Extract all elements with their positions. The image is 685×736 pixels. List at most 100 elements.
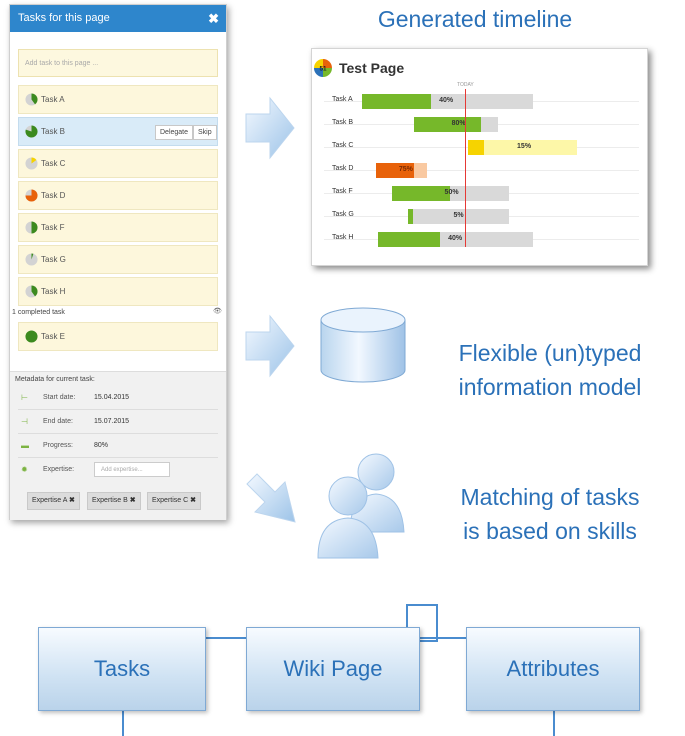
start-date-value[interactable]: 15.04.2015 xyxy=(94,394,129,401)
timeline-heading: Generated timeline xyxy=(377,6,573,32)
end-date-row: ⊣ End date: 15.07.2015 xyxy=(18,411,218,434)
connector-line xyxy=(553,710,555,736)
progress-pie-icon xyxy=(25,93,38,106)
connector-line xyxy=(406,604,408,628)
skills-heading-line1: Matching of tasks xyxy=(460,484,640,510)
skip-button[interactable]: Skip xyxy=(193,125,217,140)
close-icon[interactable]: ✖ xyxy=(208,5,219,32)
start-date-label: Start date: xyxy=(43,394,76,401)
progress-row: ▬ Progress: 80% xyxy=(18,435,218,458)
connector-line xyxy=(417,637,467,639)
metadata-section: Metadata for current task: ⊢ Start date:… xyxy=(10,371,226,520)
progress-pie-icon xyxy=(25,330,38,343)
start-date-icon: ⊢ xyxy=(21,393,28,402)
timeline-bar-progress xyxy=(408,209,414,224)
completed-tasks-label: 1 completed task xyxy=(12,309,65,316)
timeline-task-label: Task A xyxy=(332,96,353,103)
connector-line xyxy=(406,604,438,606)
task-row[interactable]: Task F xyxy=(18,213,218,242)
database-icon xyxy=(320,307,406,383)
progress-value[interactable]: 80% xyxy=(94,442,108,449)
eye-icon[interactable]: 👁 xyxy=(213,307,222,315)
connector-line xyxy=(122,710,124,736)
tasks-box: Tasks xyxy=(38,627,206,711)
arrow-right-icon xyxy=(245,96,295,160)
page-badge-icon: 51 xyxy=(314,59,332,77)
today-label: TODAY xyxy=(457,82,474,88)
expertise-label: Expertise: xyxy=(43,466,75,473)
task-row[interactable]: Task G xyxy=(18,245,218,274)
progress-pie-icon xyxy=(25,125,38,138)
timeline-progress-label: 40% xyxy=(439,97,454,104)
remove-tag-icon: ✖ xyxy=(190,497,197,504)
expertise-tag[interactable]: Expertise A ✖ xyxy=(27,492,80,510)
connector-line xyxy=(203,637,247,639)
progress-pie-icon xyxy=(25,285,38,298)
task-row-completed[interactable]: Task E xyxy=(18,322,218,351)
svg-text:51: 51 xyxy=(319,66,327,73)
task-row[interactable]: Task B Delegate Skip xyxy=(18,117,218,146)
remove-tag-icon: ✖ xyxy=(68,497,75,504)
timeline-progress-label: 50% xyxy=(444,189,459,196)
arrow-down-right-icon xyxy=(246,473,296,523)
task-name: Task C xyxy=(41,159,66,168)
timeline-task-label: Task F xyxy=(332,188,353,195)
task-name: Task B xyxy=(41,127,66,136)
task-name: Task A xyxy=(41,95,65,104)
timeline-progress-label: 80% xyxy=(451,120,466,127)
gear-icon: ✹ xyxy=(21,465,28,474)
today-line xyxy=(465,89,466,247)
progress-icon: ▬ xyxy=(21,441,29,450)
progress-pie-icon xyxy=(25,189,38,202)
attributes-box: Attributes xyxy=(466,627,640,711)
wiki-page-box: Wiki Page xyxy=(246,627,420,711)
expertise-row: ✹ Expertise: Add expertise... xyxy=(18,459,218,485)
task-name: Task E xyxy=(41,332,66,341)
timeline-bar-progress xyxy=(468,140,485,155)
end-date-value[interactable]: 15.07.2015 xyxy=(94,418,129,425)
panel-title: Tasks for this page xyxy=(18,12,110,24)
timeline-title: Test Page xyxy=(339,60,405,76)
start-date-row: ⊢ Start date: 15.04.2015 xyxy=(18,387,218,410)
expertise-tag[interactable]: Expertise B ✖ xyxy=(87,492,141,510)
task-name: Task H xyxy=(41,287,66,296)
timeline-progress-label: 5% xyxy=(453,212,464,219)
task-name: Task G xyxy=(41,255,66,264)
model-heading-line2: information model xyxy=(458,374,642,400)
task-row[interactable]: Task H xyxy=(18,277,218,306)
task-row[interactable]: Task D xyxy=(18,181,218,210)
timeline-progress-label: 40% xyxy=(448,235,463,242)
timeline-progress-label: 15% xyxy=(517,143,532,150)
timeline-card: 51 Test Page TODAY Task A 40% Task B 80% Tas… xyxy=(311,48,648,266)
model-heading-line1: Flexible (un)typed xyxy=(458,340,642,366)
connector-line xyxy=(436,604,438,642)
expertise-tag[interactable]: Expertise C ✖ xyxy=(147,492,202,510)
progress-label: Progress: xyxy=(43,442,73,449)
users-icon xyxy=(317,453,405,559)
connector-line xyxy=(419,640,438,642)
timeline-bar-progress xyxy=(362,94,431,109)
metadata-title: Metadata for current task: xyxy=(15,376,95,383)
end-date-label: End date: xyxy=(43,418,73,425)
timeline-bar-progress xyxy=(378,232,441,247)
timeline-progress-label: 75% xyxy=(398,166,413,173)
progress-pie-icon xyxy=(25,253,38,266)
task-row[interactable]: Task C xyxy=(18,149,218,178)
timeline-bar-progress xyxy=(391,186,451,201)
tasks-panel: Tasks for this page ✖ Add task to this p… xyxy=(9,4,227,520)
timeline-task-label: Task H xyxy=(332,234,354,241)
timeline-gridline xyxy=(324,170,639,171)
panel-header: Tasks for this page ✖ xyxy=(10,5,226,32)
timeline-task-label: Task B xyxy=(332,119,354,126)
timeline-task-label: Task C xyxy=(332,142,354,149)
task-name: Task F xyxy=(41,223,65,232)
task-row[interactable]: Task A xyxy=(18,85,218,114)
expertise-input[interactable]: Add expertise... xyxy=(94,462,170,477)
end-date-icon: ⊣ xyxy=(21,417,28,426)
arrow-right-icon xyxy=(245,314,295,378)
remove-tag-icon: ✖ xyxy=(129,497,136,504)
progress-pie-icon xyxy=(25,157,38,170)
delegate-button[interactable]: Delegate xyxy=(155,125,194,140)
skills-heading-line2: is based on skills xyxy=(463,518,637,544)
add-task-input[interactable]: Add task to this page ... xyxy=(18,49,218,77)
